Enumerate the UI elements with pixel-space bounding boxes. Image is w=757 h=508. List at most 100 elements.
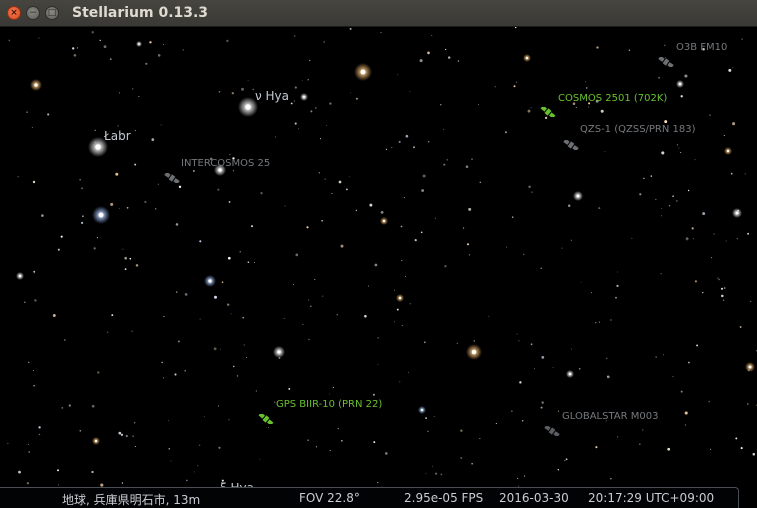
star: [247, 261, 250, 264]
star: [442, 129, 444, 131]
star: [168, 447, 171, 450]
maximize-window-button[interactable]: □: [45, 6, 59, 20]
star: [284, 205, 286, 207]
star: [591, 292, 593, 294]
star: [217, 188, 220, 191]
star: [676, 200, 678, 202]
star: [466, 243, 470, 246]
star: [427, 430, 429, 433]
star: [367, 285, 370, 287]
star: [511, 410, 513, 412]
star: [307, 439, 310, 442]
star: [557, 410, 560, 412]
star: [667, 447, 671, 451]
star: [718, 278, 720, 281]
star: [145, 62, 148, 65]
star: [73, 53, 77, 57]
star: [76, 47, 79, 49]
star: [319, 138, 321, 140]
star: [477, 103, 480, 105]
satellite-label-intercosmos[interactable]: INTERCOSMOS 25: [181, 158, 270, 169]
satellite-label-o3b[interactable]: O3B FM10: [676, 42, 727, 53]
star: [218, 90, 221, 93]
star: [218, 446, 221, 449]
bright-star-core: [735, 211, 739, 215]
close-window-button[interactable]: ×: [7, 6, 21, 20]
time-readout: 20:17:29 UTC+09:00: [588, 491, 715, 505]
star: [329, 102, 332, 105]
star: [138, 96, 140, 97]
star: [364, 314, 367, 318]
star: [310, 305, 312, 307]
bright-star-core: [94, 439, 98, 443]
star: [82, 215, 84, 218]
star: [523, 253, 525, 255]
star: [373, 441, 376, 444]
window-title: Stellarium 0.13.3: [72, 5, 209, 21]
star: [115, 172, 119, 176]
star: [163, 316, 165, 317]
star: [81, 187, 83, 190]
star: [18, 470, 21, 474]
satellite-label-globalstar[interactable]: GLOBALSTAR M003: [562, 411, 658, 422]
satellite-icon[interactable]: [544, 426, 560, 436]
satellite-icon[interactable]: [563, 140, 579, 150]
star: [372, 393, 375, 396]
star: [121, 482, 123, 484]
star: [527, 109, 531, 113]
star: [710, 256, 713, 259]
minimize-window-button[interactable]: −: [26, 6, 40, 20]
satellite-icon[interactable]: [164, 173, 180, 183]
star: [530, 343, 533, 346]
star: [182, 49, 184, 51]
star-label-nu-hya[interactable]: ν Hya: [255, 89, 289, 103]
star: [664, 120, 668, 124]
star: [752, 452, 756, 456]
star: [391, 146, 393, 149]
star: [79, 429, 82, 432]
star: [242, 316, 245, 319]
star: [338, 180, 342, 184]
star: [31, 127, 33, 128]
star: [340, 244, 344, 248]
star: [160, 124, 162, 126]
star: [516, 333, 518, 335]
star: [131, 330, 133, 332]
bright-star-core: [208, 279, 212, 283]
star: [570, 239, 573, 241]
star: [409, 303, 411, 305]
star: [99, 39, 101, 42]
star: [460, 456, 463, 459]
star: [518, 340, 520, 342]
star: [132, 88, 134, 90]
satellite-icon[interactable]: [540, 107, 556, 117]
star: [7, 443, 9, 445]
star: [232, 365, 235, 368]
star: [746, 403, 749, 405]
star: [413, 146, 415, 149]
bright-star-core: [678, 82, 682, 86]
star: [306, 226, 309, 229]
star: [307, 79, 309, 81]
satellite-label-gps[interactable]: GPS BIIR-10 (PRN 22): [276, 399, 382, 410]
star: [157, 54, 161, 57]
star: [217, 405, 220, 407]
star: [435, 472, 438, 475]
star: [616, 436, 619, 438]
satellite-label-cosmos[interactable]: COSMOS 2501 (702K): [558, 93, 667, 104]
star: [660, 215, 662, 217]
sky-view[interactable]: ν Hya Łabr ξ Hya O3B FM10 COSMOS 2501 (7…: [0, 27, 757, 508]
star: [610, 319, 612, 321]
satellite-icon[interactable]: [658, 57, 674, 67]
star: [337, 428, 339, 430]
star: [322, 295, 324, 297]
star: [177, 340, 180, 343]
star-label-labr[interactable]: Łabr: [104, 129, 131, 143]
star: [588, 106, 590, 108]
star: [243, 344, 245, 346]
star: [595, 322, 597, 324]
star: [721, 294, 724, 298]
satellite-label-qzs[interactable]: QZS-1 (QZSS/PRN 183): [580, 124, 696, 135]
star: [184, 293, 188, 296]
satellite-icon[interactable]: [258, 414, 274, 424]
